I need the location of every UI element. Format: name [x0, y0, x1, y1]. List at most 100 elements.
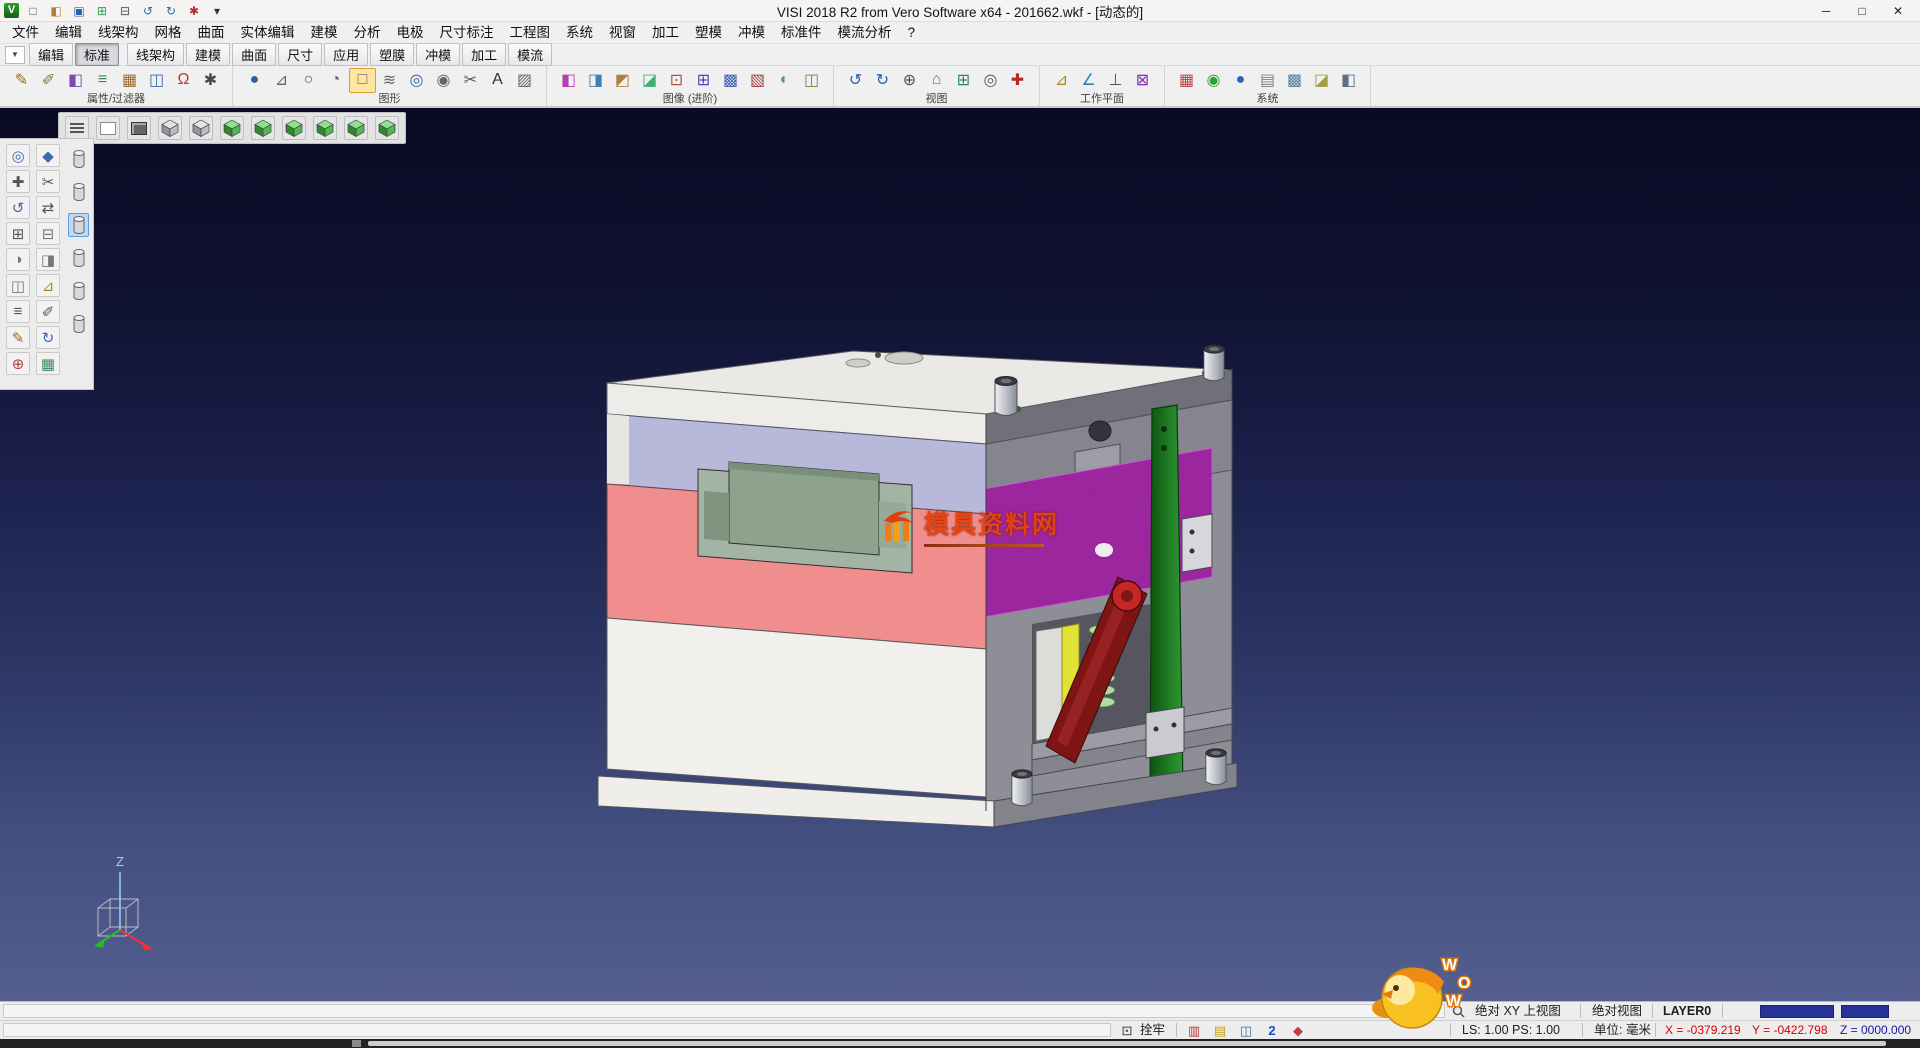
side-block[interactable]	[1182, 514, 1212, 572]
cube-iso-view-2-icon[interactable]	[251, 116, 275, 140]
home-view-icon[interactable]: ⌂	[923, 68, 950, 93]
notes-icon[interactable]: ▥	[1185, 1023, 1203, 1039]
mask-icon[interactable]: ◫	[143, 68, 170, 93]
fit-view-icon[interactable]: ⊞	[6, 222, 30, 245]
menu-线架构[interactable]: 线架构	[90, 22, 147, 44]
menu-实体编辑[interactable]: 实体编辑	[233, 22, 303, 44]
transparency-icon[interactable]: ◪	[636, 68, 663, 93]
tab-加工[interactable]: 加工	[462, 43, 506, 66]
shaded-mode-icon[interactable]: ◑	[6, 248, 30, 271]
target-view-icon[interactable]: ◎	[977, 68, 1004, 93]
multi-view-icon[interactable]: ⊞	[950, 68, 977, 93]
single-view-icon[interactable]	[96, 116, 120, 140]
solid-filter-icon[interactable]	[68, 147, 89, 171]
section-icon[interactable]: ⊡	[663, 68, 690, 93]
plane-filter-icon[interactable]	[68, 279, 89, 303]
tab-应用[interactable]: 应用	[324, 43, 368, 66]
cube-top-view-icon[interactable]	[158, 116, 182, 140]
point-icon[interactable]: ●	[241, 68, 268, 93]
horizontal-scrollbar[interactable]	[368, 1041, 1886, 1046]
render-icon[interactable]: ◨	[582, 68, 609, 93]
magnet-icon[interactable]: Ω	[170, 68, 197, 93]
redo-view-icon[interactable]: ↻	[36, 326, 60, 349]
text-icon[interactable]: A	[484, 68, 511, 93]
cube-iso-view-1-icon[interactable]	[220, 116, 244, 140]
palette-icon[interactable]: ▤	[1211, 1023, 1229, 1039]
tab-曲面[interactable]: 曲面	[232, 43, 276, 66]
rectangle-icon[interactable]: □	[349, 68, 376, 93]
list-icon[interactable]: ▤	[1254, 68, 1281, 93]
ellipse-icon[interactable]: ◎	[403, 68, 430, 93]
cube-front-view-icon[interactable]	[189, 116, 213, 140]
wireframe-mode-icon[interactable]: ◫	[6, 274, 30, 297]
menu-塑模[interactable]: 塑模	[687, 22, 730, 44]
viewport-3d[interactable]: Z ◎✚↺⊞◑◫≡✎⊕ ◆✂⇄⊟◨⊿✐↻▦	[0, 108, 1920, 1001]
tab-编辑[interactable]: 编辑	[29, 43, 73, 66]
zoom-icon[interactable]: ◎	[6, 144, 30, 167]
menu-冲模[interactable]: 冲模	[730, 22, 773, 44]
pin-icon[interactable]: ⊡	[1118, 1021, 1136, 1040]
line-icon[interactable]: ⊿	[268, 68, 295, 93]
curve-icon[interactable]: ≋	[376, 68, 403, 93]
tab-冲模[interactable]: 冲模	[416, 43, 460, 66]
menu-电极[interactable]: 电极	[389, 22, 432, 44]
menu-尺寸标注[interactable]: 尺寸标注	[432, 22, 502, 44]
menu-网格[interactable]: 网格	[147, 22, 190, 44]
attributes-icon[interactable]: ✎	[6, 326, 30, 349]
menu-加工[interactable]: 加工	[644, 22, 687, 44]
support-plate[interactable]	[607, 618, 986, 797]
rotate-left-icon[interactable]: ↺	[842, 68, 869, 93]
rotate-view-icon[interactable]: ↺	[6, 196, 30, 219]
level-2-icon[interactable]: 2	[1263, 1023, 1281, 1038]
properties-icon[interactable]: ✎	[8, 68, 35, 93]
pattern-icon[interactable]: ▩	[717, 68, 744, 93]
guide-pin[interactable]	[1206, 749, 1226, 785]
taskbar-button[interactable]	[352, 1040, 361, 1047]
slider-block[interactable]	[1146, 707, 1184, 758]
snap-icon[interactable]: ⊕	[6, 352, 30, 375]
database-icon[interactable]: ▩	[1281, 68, 1308, 93]
hidden-line-icon[interactable]: ▧	[744, 68, 771, 93]
save-icon[interactable]: ▣	[71, 3, 87, 19]
layer-color-swatch[interactable]	[1760, 1005, 1834, 1018]
zoom-extents-icon[interactable]: ⊕	[896, 68, 923, 93]
menu-视窗[interactable]: 视窗	[601, 22, 644, 44]
guide-pin[interactable]	[1012, 770, 1032, 806]
type-filter-icon[interactable]: ▦	[116, 68, 143, 93]
mesh-filter-icon[interactable]	[68, 312, 89, 336]
tab-尺寸[interactable]: 尺寸	[278, 43, 322, 66]
shading-icon[interactable]: ◧	[555, 68, 582, 93]
cube-iso-view-5-icon[interactable]	[344, 116, 368, 140]
angle-plane-icon[interactable]: ∠	[1075, 68, 1102, 93]
active-layer-label[interactable]: LAYER0	[1663, 1002, 1711, 1021]
offset-icon[interactable]: ◉	[430, 68, 457, 93]
highlight-icon[interactable]: ◐	[771, 68, 798, 93]
maximize-button[interactable]: □	[1844, 0, 1880, 22]
menu-?[interactable]: ?	[900, 22, 924, 44]
menu-模流分析[interactable]: 模流分析	[830, 22, 900, 44]
menu-文件[interactable]: 文件	[4, 22, 47, 44]
settings-icon[interactable]: ✱	[186, 3, 202, 19]
report-icon[interactable]: ◧	[1335, 68, 1362, 93]
tab-塑膜[interactable]: 塑膜	[370, 43, 414, 66]
print-icon[interactable]: ⊟	[117, 3, 133, 19]
tab-模流[interactable]: 模流	[508, 43, 552, 66]
tab-线架构[interactable]: 线架构	[127, 43, 184, 66]
tab-建模[interactable]: 建模	[186, 43, 230, 66]
cube-iso-view-6-icon[interactable]	[375, 116, 399, 140]
close-button[interactable]: ✕	[1880, 0, 1916, 22]
hatch-icon[interactable]: ▨	[511, 68, 538, 93]
tab-标准[interactable]: 标准	[75, 43, 119, 66]
mirror-icon[interactable]: ◨	[36, 248, 60, 271]
cube-iso-view-3-icon[interactable]	[282, 116, 306, 140]
guide-pin[interactable]	[995, 377, 1017, 416]
system-grid-icon[interactable]: ▦	[1173, 68, 1200, 93]
rotate-right-icon[interactable]: ↻	[869, 68, 896, 93]
point-filter-icon[interactable]	[68, 246, 89, 270]
calc-icon[interactable]: ◪	[1308, 68, 1335, 93]
cut-icon[interactable]: ✂	[36, 170, 60, 193]
wireframe-filter-icon[interactable]	[68, 213, 89, 237]
redo-icon[interactable]: ↻	[163, 3, 179, 19]
plot-icon[interactable]: ◆	[1289, 1023, 1307, 1039]
view-menu-icon[interactable]	[65, 116, 89, 140]
